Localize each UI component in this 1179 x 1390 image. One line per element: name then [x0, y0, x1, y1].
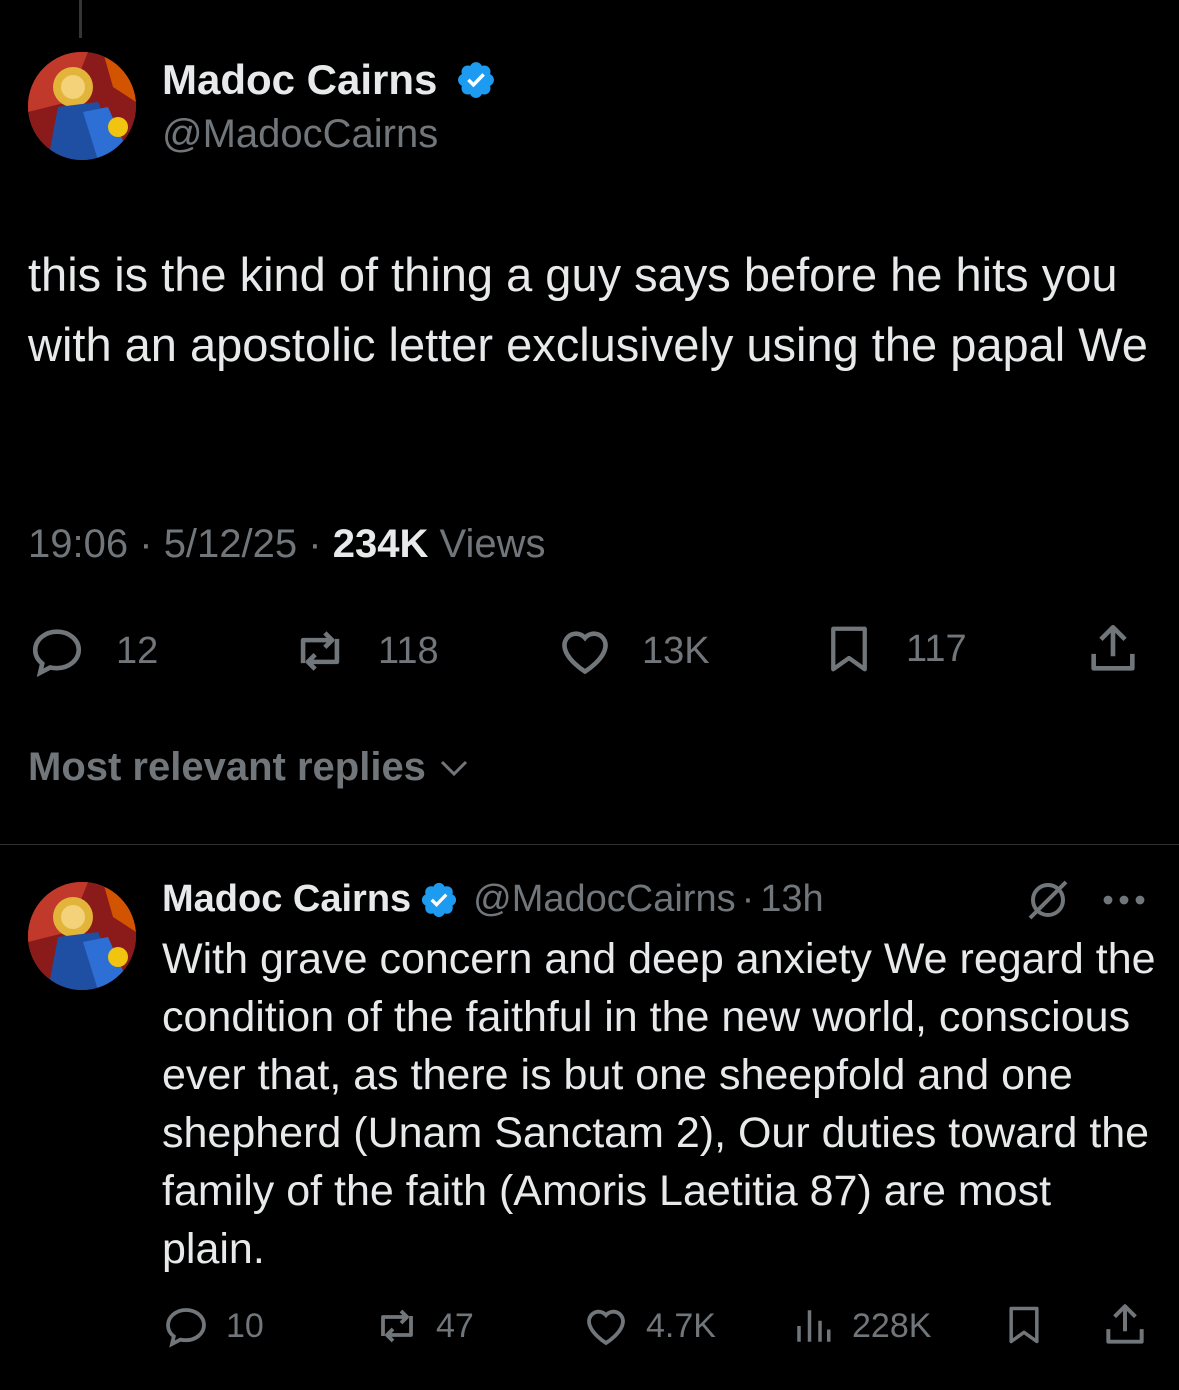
meta-separator: ·: [741, 878, 755, 920]
reply-author-name[interactable]: Madoc Cairns: [162, 878, 411, 921]
reply-text: With grave concern and deep anxiety We r…: [162, 935, 1156, 1273]
repost-icon: [381, 1309, 413, 1343]
reply-icon: [166, 1308, 206, 1348]
repost-button[interactable]: 118: [288, 622, 439, 680]
replies-sort-label: Most relevant replies: [28, 745, 426, 789]
reply-button[interactable]: 12: [28, 622, 158, 680]
reply-age[interactable]: 13h: [760, 878, 823, 921]
author-name[interactable]: Madoc Cairns: [162, 56, 497, 104]
replies-sort-dropdown[interactable]: Most relevant replies: [28, 745, 472, 790]
avatar[interactable]: [28, 52, 136, 160]
views-chart-icon: [797, 1310, 831, 1342]
share-button[interactable]: [1084, 620, 1142, 678]
tweet-meta: 19:06 · 5/12/25 · 234K Views: [28, 522, 545, 567]
bookmark-count: 117: [906, 627, 967, 670]
views-label: Views: [439, 522, 546, 566]
reply-bookmark-button[interactable]: [1002, 1298, 1046, 1352]
repost-icon: [300, 631, 340, 671]
verified-badge-icon: [422, 882, 457, 917]
views-count: 234K: [332, 522, 429, 566]
author-handle[interactable]: @MadocCairns: [162, 112, 438, 157]
reply-share-button[interactable]: [1100, 1300, 1150, 1350]
heart-icon: [562, 631, 608, 675]
reply-repost-button[interactable]: 47: [370, 1302, 474, 1350]
bookmark-icon: [1009, 1306, 1039, 1344]
reply-repost-count: 47: [436, 1306, 474, 1345]
reply-like-count: 4.7K: [646, 1306, 716, 1345]
reply-header: Madoc Cairns @MadocCairns · 13h: [162, 878, 824, 921]
thread-line: [79, 0, 82, 38]
reply-author-handle[interactable]: @MadocCairns: [473, 878, 735, 921]
meta-separator: ·: [139, 522, 153, 566]
share-icon: [1091, 624, 1135, 671]
reply-reply-button[interactable]: 10: [162, 1302, 264, 1350]
heart-icon: [587, 1309, 625, 1346]
grok-button[interactable]: [1024, 876, 1072, 924]
reply-views-count: 228K: [852, 1306, 932, 1345]
reply-like-button[interactable]: 4.7K: [582, 1302, 716, 1350]
meta-separator: ·: [308, 522, 322, 566]
more-icon: [1103, 895, 1145, 905]
divider: [0, 844, 1179, 845]
tweet-time[interactable]: 19:06: [28, 522, 128, 566]
bookmark-button[interactable]: 117: [822, 618, 967, 680]
reply-count: 12: [116, 629, 159, 672]
like-button[interactable]: 13K: [556, 622, 710, 680]
avatar-image-icon: [28, 882, 136, 990]
reply-views-button[interactable]: 228K: [792, 1302, 931, 1350]
reply-icon: [32, 629, 82, 678]
verified-badge-icon: [458, 61, 495, 98]
like-count: 13K: [642, 629, 710, 672]
repost-count: 118: [378, 629, 439, 672]
grok-icon: [1028, 880, 1068, 920]
share-icon: [1106, 1304, 1144, 1344]
author-name-text: Madoc Cairns: [162, 56, 438, 103]
more-options-button[interactable]: [1100, 880, 1148, 920]
avatar-image-icon: [28, 52, 136, 160]
tweet-date[interactable]: 5/12/25: [164, 522, 297, 566]
tweet-text: this is the kind of thing a guy says bef…: [28, 248, 1148, 371]
chevron-down-icon: [440, 760, 467, 776]
reply-avatar[interactable]: [28, 882, 136, 990]
bookmark-icon: [831, 626, 867, 672]
reply-reply-count: 10: [226, 1306, 264, 1345]
